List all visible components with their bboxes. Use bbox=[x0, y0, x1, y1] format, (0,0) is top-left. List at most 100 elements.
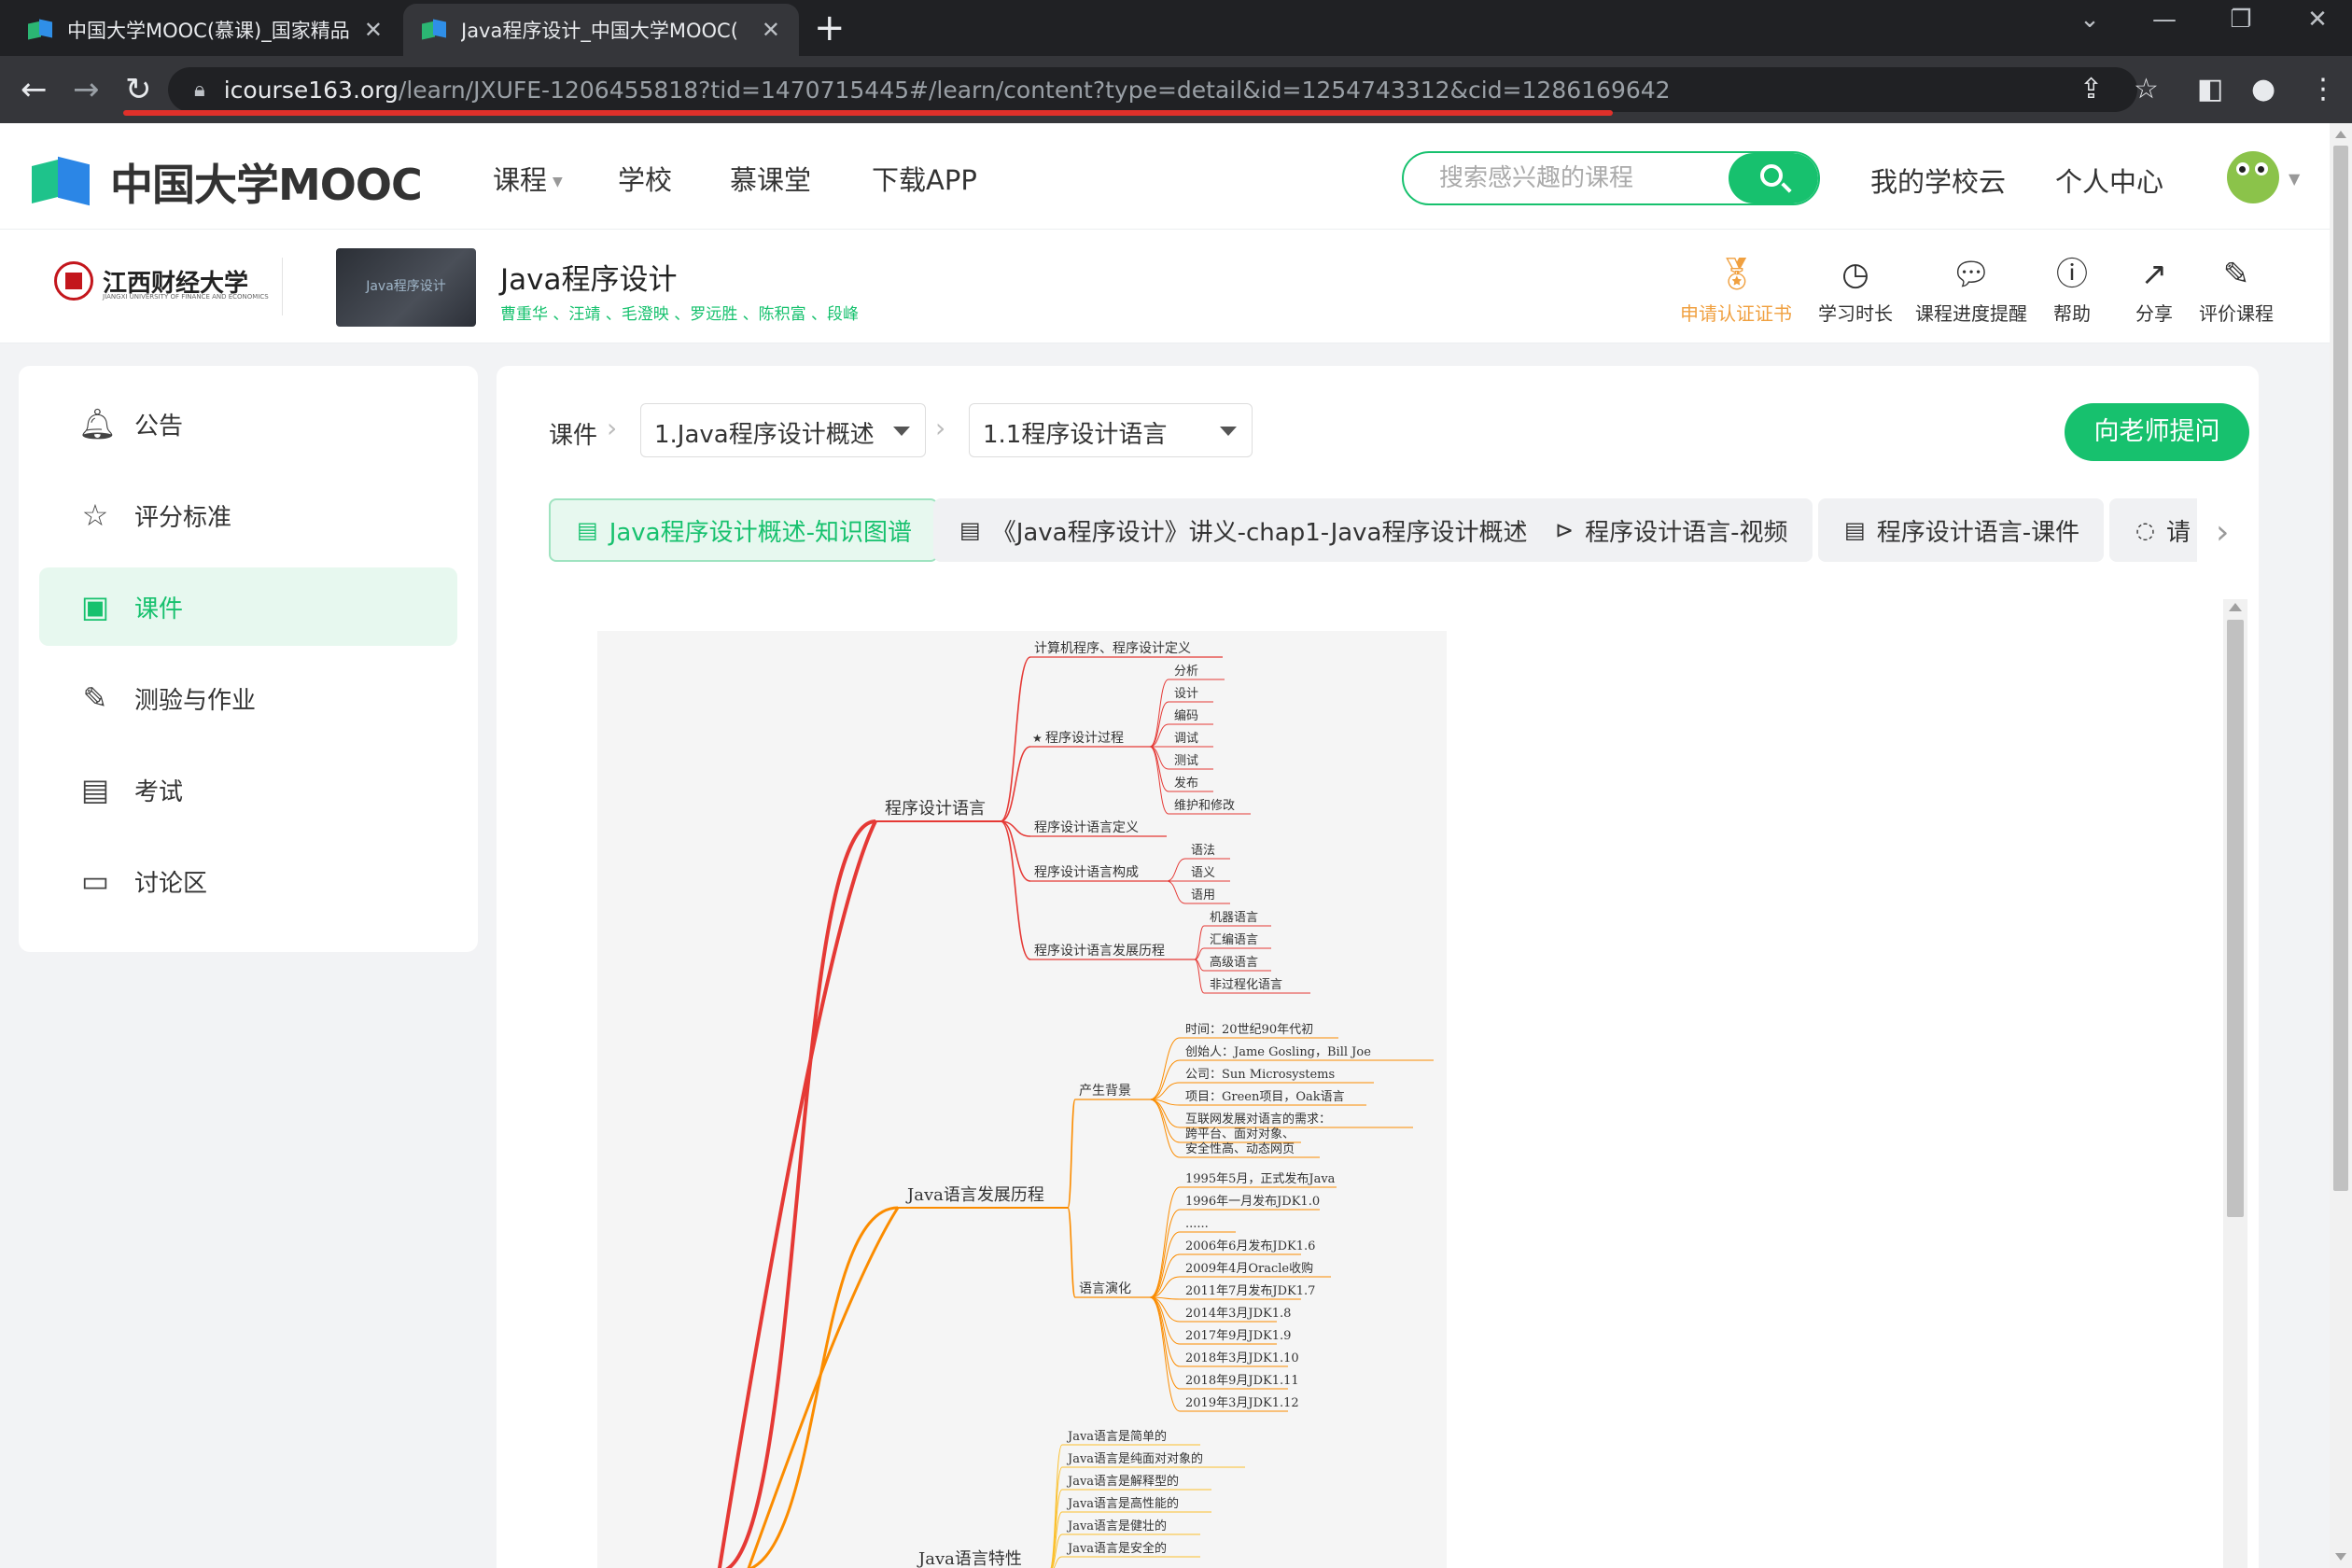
tab-search-chevron-icon[interactable]: ⌄ bbox=[2066, 6, 2113, 34]
mindmap-leaf-label: Java语言是安全的 bbox=[1066, 1541, 1167, 1556]
nav-schools[interactable]: 学校 bbox=[618, 159, 672, 198]
browser-tab-active[interactable]: Java程序设计_中国大学MOOC( ✕ bbox=[403, 4, 799, 56]
wechat-icon: 💬︎ bbox=[1951, 256, 1992, 293]
unit-tab-label: 《Java程序设计》讲义-chap1-Java程序设计概述 bbox=[991, 518, 1528, 547]
restore-icon[interactable]: ❐ bbox=[2218, 6, 2264, 34]
page-scrollbar[interactable] bbox=[2330, 123, 2352, 1568]
close-tab-icon[interactable]: ✕ bbox=[762, 17, 780, 43]
unit-tab-slides[interactable]: ▤ 程序设计语言-课件 bbox=[1818, 498, 2105, 562]
sidebar-item-discussion[interactable]: ▭ 讨论区 bbox=[39, 842, 457, 920]
mindmap-child-connector bbox=[1067, 1207, 1076, 1298]
nav-courses[interactable]: 课程 ▼ bbox=[493, 159, 563, 198]
mindmap-leaf-connector bbox=[1149, 1253, 1181, 1298]
close-tab-icon[interactable]: ✕ bbox=[364, 17, 383, 43]
review-course-button[interactable]: ✎ 评价课程 bbox=[2199, 258, 2274, 326]
mindmap-branch-label: Java语言发展历程 bbox=[905, 1185, 1044, 1205]
unit-tabs: ▤ Java程序设计概述-知识图谱 ▤ 《Java程序设计》讲义-chap1-Jav… bbox=[549, 498, 2197, 564]
share-page-icon[interactable]: ⇪ bbox=[2079, 75, 2103, 105]
tabs-next-chevron-icon[interactable]: › bbox=[2216, 513, 2229, 552]
mindmap-leaf-connector bbox=[1149, 1082, 1181, 1100]
viewer-scrollbar-thumb[interactable] bbox=[2227, 620, 2244, 1217]
unit-tab-video[interactable]: ⊳ 程序设计语言-视频 bbox=[1529, 498, 1813, 562]
bookmark-star-icon[interactable]: ☆ bbox=[2134, 75, 2159, 105]
profile-icon[interactable]: ● bbox=[2251, 75, 2275, 105]
mindmap-leaf-label: 1995年5月，正式发布Java bbox=[1185, 1171, 1336, 1186]
share-button[interactable]: ↗ 分享 bbox=[2135, 258, 2173, 326]
section-select[interactable]: 1.1程序设计语言 bbox=[969, 403, 1253, 457]
study-time-button[interactable]: ◷ 学习时长 bbox=[1818, 258, 1893, 326]
scroll-up-icon[interactable] bbox=[2335, 131, 2346, 138]
my-school-cloud-link[interactable]: 我的学校云 bbox=[1870, 161, 2006, 200]
mindmap-leaf-label: 机器语言 bbox=[1210, 911, 1258, 925]
site-logo[interactable]: 中国大学MOOC bbox=[30, 151, 423, 213]
new-tab-plus-icon[interactable]: + bbox=[814, 7, 846, 49]
courseware-icon: ▣ bbox=[80, 589, 110, 624]
breadcrumb-courseware: 课件 bbox=[549, 422, 598, 450]
browser-menu-icon[interactable]: ⋮ bbox=[2309, 75, 2337, 105]
caret-down-icon[interactable]: ▼ bbox=[2289, 170, 2300, 188]
course-teachers[interactable]: 曹重华 、汪靖 、毛澄映 、罗远胜 、陈积富 、段峰 bbox=[500, 301, 859, 324]
university-logo[interactable]: 江西财经大学 JIANGXI UNIVERSITY OF FINANCE AND… bbox=[54, 261, 269, 301]
share-label: 分享 bbox=[2135, 302, 2173, 325]
unit-tab-label: 程序设计语言-课件 bbox=[1876, 518, 2080, 547]
mindmap-branch-label: 程序设计语言 bbox=[885, 799, 986, 819]
apply-certificate-button[interactable]: 🏅︎ 申请认证证书 bbox=[1680, 258, 1792, 326]
document-icon: ▤ bbox=[1844, 517, 1866, 543]
certificate-icon: 🏅︎ bbox=[1715, 256, 1757, 293]
share-icon: ↗ bbox=[2140, 256, 2168, 293]
search-input[interactable] bbox=[1404, 153, 1730, 203]
mindmap-leaf-label: 调试 bbox=[1174, 732, 1198, 746]
help-button[interactable]: ⓘ 帮助 bbox=[2053, 258, 2091, 326]
nav-download-app[interactable]: 下载APP bbox=[872, 159, 977, 198]
mindmap-leaf-label: 维护和修改 bbox=[1174, 799, 1235, 813]
forward-arrow-icon[interactable]: → bbox=[73, 73, 100, 106]
mindmap-child-connector bbox=[1067, 1099, 1076, 1209]
mindmap-leaf-connector bbox=[1149, 701, 1169, 748]
dropdown-arrow-icon bbox=[1220, 427, 1237, 436]
mindmap-leaf-label: 2017年9月JDK1.9 bbox=[1185, 1329, 1291, 1343]
viewer-scrollbar[interactable] bbox=[2223, 599, 2247, 1568]
url-host: icourse163.org bbox=[223, 76, 399, 104]
chapter-select[interactable]: 1.Java程序设计概述 bbox=[640, 403, 926, 457]
divider bbox=[282, 258, 283, 315]
sidebar-item-courseware[interactable]: ▣ 课件 bbox=[39, 567, 457, 646]
mindmap-leaf-connector bbox=[1149, 1296, 1181, 1412]
back-arrow-icon[interactable]: ← bbox=[21, 73, 48, 106]
search-button[interactable] bbox=[1729, 153, 1818, 203]
thumbnail-text: Java程序设计 bbox=[366, 279, 446, 294]
unit-tab-label: 请 bbox=[2165, 518, 2191, 547]
address-bar[interactable]: 🔒︎ icourse163.org/learn/JXUFE-1206455818… bbox=[168, 67, 2137, 112]
unit-tab-label: 程序设计语言-视频 bbox=[1585, 518, 1788, 547]
window-close-icon[interactable]: ✕ bbox=[2294, 6, 2341, 34]
side-panel-icon[interactable]: ◧ bbox=[2197, 75, 2223, 105]
document-icon: ▤ bbox=[577, 517, 598, 543]
document-viewer[interactable]: 程序设计语言 计算机程序、程序设计定义 ★ 程序设计过程 分析 设计 编码 调试 测试 发布 维护和… bbox=[597, 631, 2195, 1568]
progress-reminder-button[interactable]: 💬︎ 课程进度提醒 bbox=[1915, 258, 2027, 326]
mindmap-leaf-label: 汇编语言 bbox=[1210, 933, 1258, 947]
mindmap-leaf-connector bbox=[1149, 1037, 1181, 1100]
url-path: /learn/JXUFE-1206455818?tid=1470715445#/… bbox=[398, 76, 1671, 104]
mindmap-leaf-label: ...... bbox=[1185, 1217, 1209, 1231]
sidebar-item-exam[interactable]: ▤ 考试 bbox=[39, 750, 457, 829]
mindmap-child-label: 语言演化 bbox=[1079, 1281, 1131, 1296]
lock-icon[interactable]: 🔒︎ bbox=[194, 78, 205, 102]
minimize-icon[interactable]: — bbox=[2141, 6, 2188, 34]
mindmap-leaf-label: 跨平台、面对对象、 bbox=[1185, 1127, 1295, 1141]
unit-tab-lecture-notes[interactable]: ▤ 《Java程序设计》讲义-chap1-Java程序设计概述 bbox=[933, 498, 1552, 562]
ask-teacher-button[interactable]: 向老师提问 bbox=[2065, 403, 2249, 461]
sidebar-item-announcements[interactable]: 🔔︎ 公告 bbox=[39, 385, 457, 463]
reload-icon[interactable]: ↻ bbox=[125, 73, 152, 106]
nav-courses-label: 课程 bbox=[493, 164, 548, 196]
page-scrollbar-thumb[interactable] bbox=[2333, 146, 2348, 1191]
unit-tab-knowledge-map[interactable]: ▤ Java程序设计概述-知识图谱 bbox=[549, 498, 938, 562]
nav-mooc-classroom[interactable]: 慕课堂 bbox=[730, 159, 811, 198]
personal-center-link[interactable]: 个人中心 bbox=[2055, 161, 2163, 200]
sidebar-item-quizzes[interactable]: ✎ 测验与作业 bbox=[39, 659, 457, 737]
scroll-down-icon[interactable] bbox=[2335, 1553, 2346, 1561]
browser-tab[interactable]: 中国大学MOOC(慕课)_国家精品 ✕ bbox=[9, 4, 401, 56]
unit-tab-discussion[interactable]: ◌ 请 bbox=[2109, 498, 2197, 562]
user-avatar[interactable] bbox=[2227, 151, 2279, 203]
mindmap-leaf-connector bbox=[1149, 1099, 1181, 1128]
scroll-up-icon[interactable] bbox=[2229, 603, 2242, 611]
sidebar-item-grading[interactable]: ☆ 评分标准 bbox=[39, 476, 457, 554]
